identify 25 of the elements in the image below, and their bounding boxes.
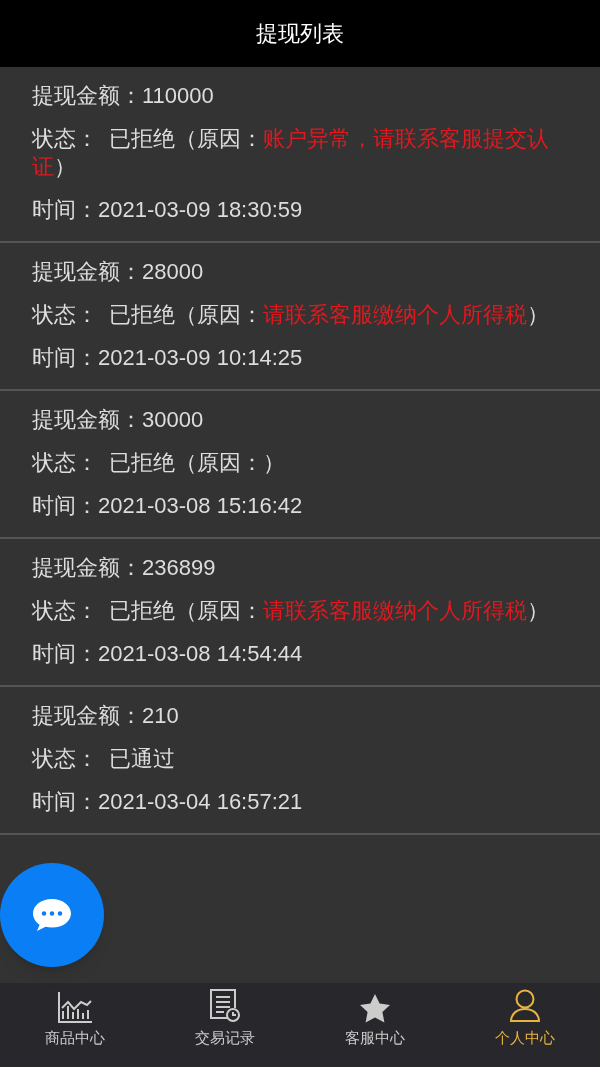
status-text: 状态： 已拒绝（原因：请联系客服缴纳个人所得税） (32, 301, 550, 329)
time-text: 时间：2021-03-09 18:30:59 (32, 196, 304, 224)
tab-item[interactable]: 个人中心 (495, 1026, 555, 1049)
time-text: 时间：2021-03-08 14:54:44 (32, 640, 304, 668)
tab-item[interactable]: 客服中心 (345, 1026, 405, 1049)
amount-text: 提现金额：236899 (32, 554, 217, 582)
time-text: 时间：2021-03-04 16:57:21 (32, 788, 304, 816)
tab-item[interactable]: 交易记录 (195, 1026, 255, 1049)
chat-icon (31, 897, 73, 933)
star-icon (359, 992, 391, 1023)
person-icon (509, 988, 541, 1023)
amount-text: 提现金额：30000 (32, 406, 205, 434)
status-text: 状态： 已拒绝（原因：请联系客服缴纳个人所得税） (32, 597, 550, 625)
tab-item[interactable]: 商品中心 (45, 1026, 105, 1049)
chart-icon (57, 990, 93, 1023)
page-title: 提现列表 (256, 20, 344, 48)
status-text: 状态： 已拒绝（原因：账户异常，请联系客服提交认证） (32, 125, 550, 181)
time-text: 时间：2021-03-09 10:14:25 (32, 344, 304, 372)
amount-text: 提现金额：210 (32, 702, 180, 730)
amount-text: 提现金额：110000 (32, 82, 215, 110)
status-text: 状态： 已通过 (32, 745, 176, 773)
document-clock-icon (209, 988, 241, 1023)
status-text: 状态： 已拒绝（原因：） (32, 449, 286, 477)
amount-text: 提现金额：28000 (32, 258, 205, 286)
time-text: 时间：2021-03-08 15:16:42 (32, 492, 304, 520)
